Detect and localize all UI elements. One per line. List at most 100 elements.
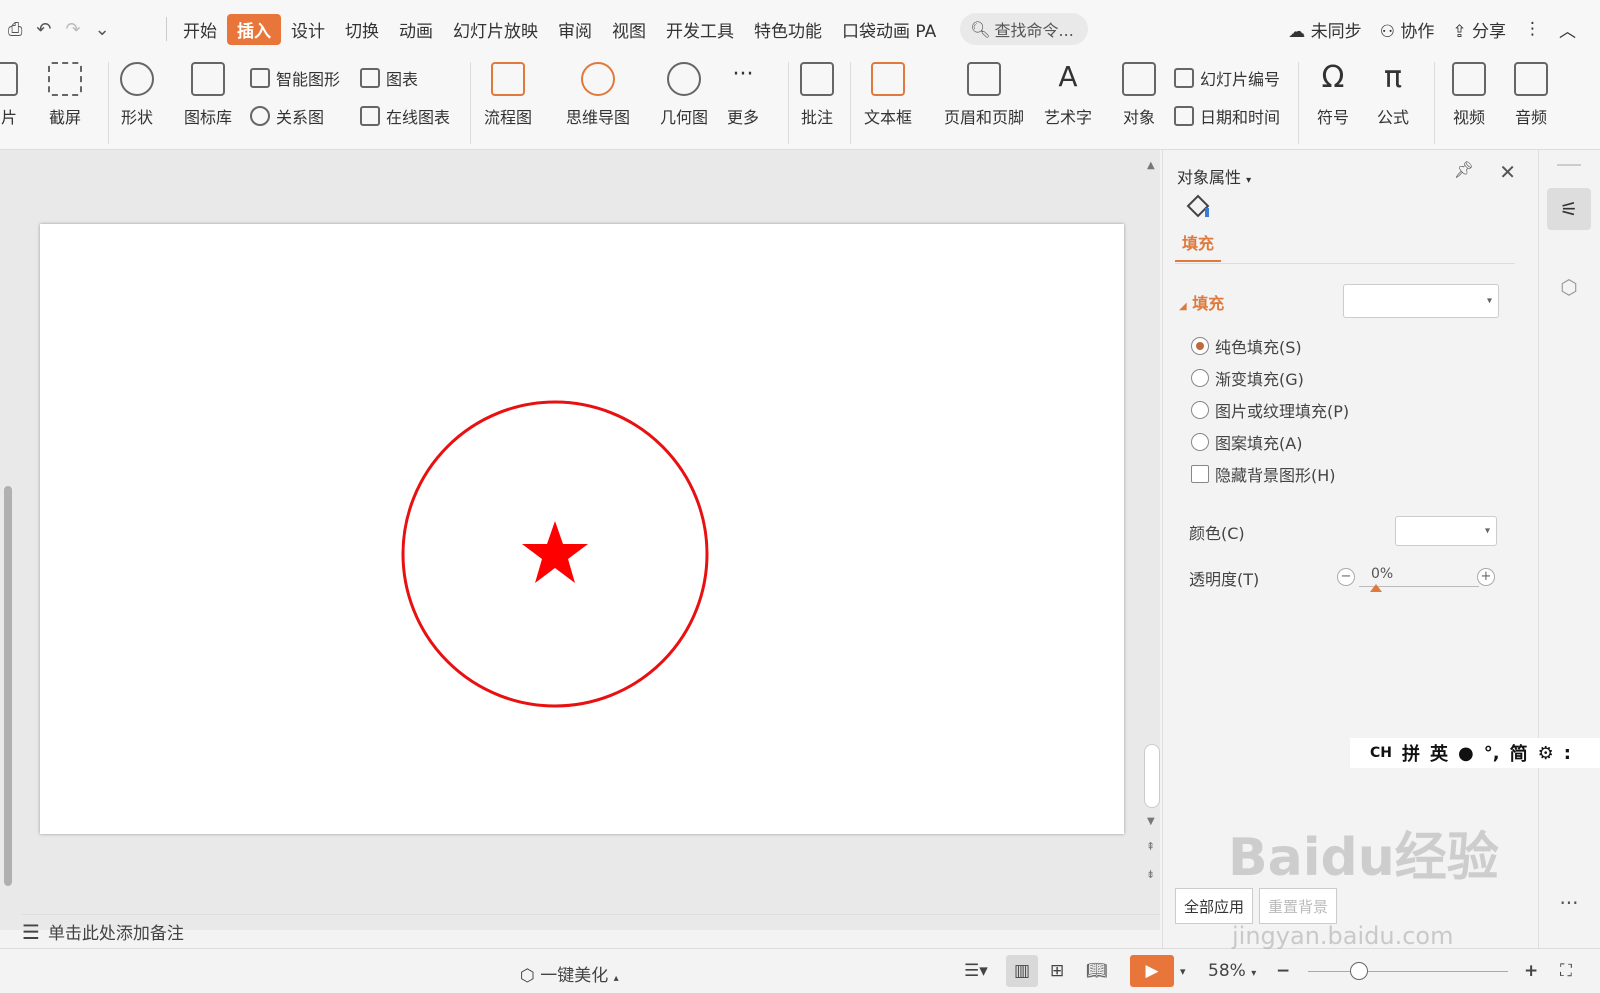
ime-punct[interactable]: °,: [1484, 743, 1500, 764]
headerfooter-button[interactable]: 页眉和页脚: [944, 62, 1024, 128]
radio[interactable]: [1191, 401, 1209, 419]
vertical-scrollbar[interactable]: ▲ ▼ ⇞ ⇟: [1142, 156, 1160, 912]
ime-pinyin[interactable]: 拼: [1402, 740, 1420, 766]
scroll-up-icon[interactable]: ▲: [1147, 160, 1155, 171]
tab-fill[interactable]: 填充: [1175, 192, 1221, 254]
more-options-icon[interactable]: ···: [1547, 882, 1591, 924]
gradient-fill-option[interactable]: 渐变填充(G): [1191, 366, 1304, 390]
cube-icon[interactable]: ⬡: [1547, 266, 1591, 308]
zoom-slider[interactable]: [1308, 971, 1508, 972]
slide-canvas[interactable]: [40, 224, 1124, 834]
zoom-slider-thumb[interactable]: [1350, 962, 1368, 980]
share-button[interactable]: ⇪ 分享: [1452, 17, 1506, 42]
smartart-button[interactable]: 智能图形: [250, 66, 340, 90]
command-search[interactable]: 🔍︎ 查找命令...: [960, 13, 1089, 45]
shape-button[interactable]: 形状: [120, 62, 154, 128]
tab-home[interactable]: 开始: [173, 14, 227, 45]
ime-more[interactable]: :: [1564, 743, 1571, 764]
properties-settings-icon[interactable]: ⚟: [1547, 188, 1591, 230]
star-shape[interactable]: [522, 521, 588, 583]
ime-simplified[interactable]: 简: [1510, 740, 1528, 766]
audio-button[interactable]: 音频: [1514, 62, 1548, 128]
apply-all-button[interactable]: 全部应用: [1175, 888, 1254, 924]
ime-english[interactable]: 英: [1430, 740, 1448, 766]
beautify-button[interactable]: ⬡ 一键美化 ▴: [520, 961, 619, 986]
sync-button[interactable]: ☁ 未同步: [1288, 17, 1361, 42]
fill-color-dropdown[interactable]: [1343, 284, 1499, 318]
increase-button[interactable]: +: [1477, 568, 1495, 586]
next-slide-icon[interactable]: ⇟: [1146, 868, 1155, 881]
zoom-in-button[interactable]: +: [1524, 961, 1538, 981]
mindmap-button[interactable]: 思维导图: [566, 62, 630, 128]
radio-selected[interactable]: [1191, 337, 1209, 355]
prev-slide-icon[interactable]: ⇞: [1146, 840, 1155, 853]
reset-background-button[interactable]: 重置背景: [1259, 888, 1338, 924]
geometry-button[interactable]: 几何图: [660, 62, 708, 128]
object-button[interactable]: 对象: [1122, 62, 1156, 128]
zoom-level[interactable]: 58% ▾: [1208, 961, 1256, 981]
slider-thumb[interactable]: [1370, 584, 1382, 592]
left-scrollbar[interactable]: [4, 486, 12, 886]
more-icon[interactable]: ⋮: [1524, 19, 1541, 39]
symbol-button[interactable]: Ω 符号: [1316, 62, 1350, 128]
scroll-thumb[interactable]: [1144, 744, 1160, 808]
fit-window-icon[interactable]: ⛶: [1560, 961, 1572, 981]
tab-pocket-animation[interactable]: 口袋动画 PA: [832, 14, 946, 45]
iconlib-button[interactable]: 图标库: [184, 62, 232, 128]
normal-view-icon[interactable]: ▥: [1006, 955, 1038, 987]
radio[interactable]: [1191, 433, 1209, 451]
tab-features[interactable]: 特色功能: [744, 14, 832, 45]
grip-handle[interactable]: [1557, 164, 1581, 166]
collapse-ribbon-icon[interactable]: ︿: [1559, 17, 1576, 42]
slide-sorter-icon[interactable]: ⊞: [1050, 961, 1064, 981]
redo-icon[interactable]: ↷: [66, 19, 81, 40]
print-preview-icon[interactable]: ⎙: [8, 19, 22, 40]
comment-button[interactable]: 批注: [800, 62, 834, 128]
fill-section-header[interactable]: ◢ 填充: [1179, 290, 1224, 314]
checkbox[interactable]: [1191, 465, 1209, 483]
datetime-button[interactable]: 日期和时间: [1174, 104, 1280, 128]
tab-review[interactable]: 审阅: [548, 14, 602, 45]
tab-insert[interactable]: 插入: [227, 13, 281, 45]
play-slideshow-button[interactable]: ▶: [1130, 955, 1174, 987]
picture-fill-option[interactable]: 图片或纹理填充(P): [1191, 398, 1349, 422]
video-button[interactable]: 视频: [1452, 62, 1486, 128]
scroll-down-icon[interactable]: ▼: [1147, 816, 1155, 827]
slideshow-dropdown-icon[interactable]: ▾: [1180, 965, 1186, 978]
customize-dropdown-icon[interactable]: ⌄: [95, 19, 110, 40]
tab-design[interactable]: 设计: [281, 14, 335, 45]
close-icon[interactable]: ✕: [1499, 160, 1516, 184]
tab-view[interactable]: 视图: [602, 14, 656, 45]
collab-button[interactable]: ⚇ 协作: [1380, 17, 1435, 42]
solid-fill-option[interactable]: 纯色填充(S): [1191, 334, 1302, 358]
pin-icon[interactable]: 📌︎: [1454, 160, 1474, 179]
tab-slideshow[interactable]: 幻灯片放映: [443, 14, 548, 45]
ime-lang[interactable]: CH: [1370, 745, 1392, 761]
decrease-button[interactable]: −: [1337, 568, 1355, 586]
reading-view-icon[interactable]: 📖︎: [1086, 961, 1108, 981]
onlinechart-button[interactable]: 在线图表: [360, 104, 450, 128]
relation-button[interactable]: 关系图: [250, 104, 324, 128]
formula-button[interactable]: π 公式: [1376, 62, 1410, 128]
flowchart-button[interactable]: 流程图: [484, 62, 532, 128]
color-dropdown[interactable]: [1395, 516, 1497, 546]
ime-fullwidth[interactable]: ●: [1458, 743, 1474, 764]
tab-transitions[interactable]: 切换: [335, 14, 389, 45]
wordart-button[interactable]: A 艺术字: [1044, 62, 1092, 128]
tab-developer[interactable]: 开发工具: [656, 14, 744, 45]
panel-title[interactable]: 对象属性 ▾: [1177, 164, 1251, 188]
textbox-button[interactable]: 文本框: [864, 62, 912, 128]
more-button[interactable]: ··· 更多: [726, 62, 760, 128]
tab-animations[interactable]: 动画: [389, 14, 443, 45]
ime-settings[interactable]: ⚙: [1538, 743, 1554, 764]
hide-background-option[interactable]: 隐藏背景图形(H): [1191, 462, 1336, 486]
radio[interactable]: [1191, 369, 1209, 387]
screenshot-button[interactable]: 截屏: [48, 62, 82, 128]
notes-area[interactable]: ☰ 单击此处添加备注: [22, 914, 1160, 948]
chart-button[interactable]: 图表: [360, 66, 418, 90]
pattern-fill-option[interactable]: 图案填充(A): [1191, 430, 1302, 454]
align-menu-icon[interactable]: ☰▾: [964, 961, 988, 981]
undo-icon[interactable]: ↶: [36, 19, 51, 40]
picture-button[interactable]: 图片: [0, 62, 18, 128]
zoom-out-button[interactable]: −: [1276, 961, 1290, 981]
